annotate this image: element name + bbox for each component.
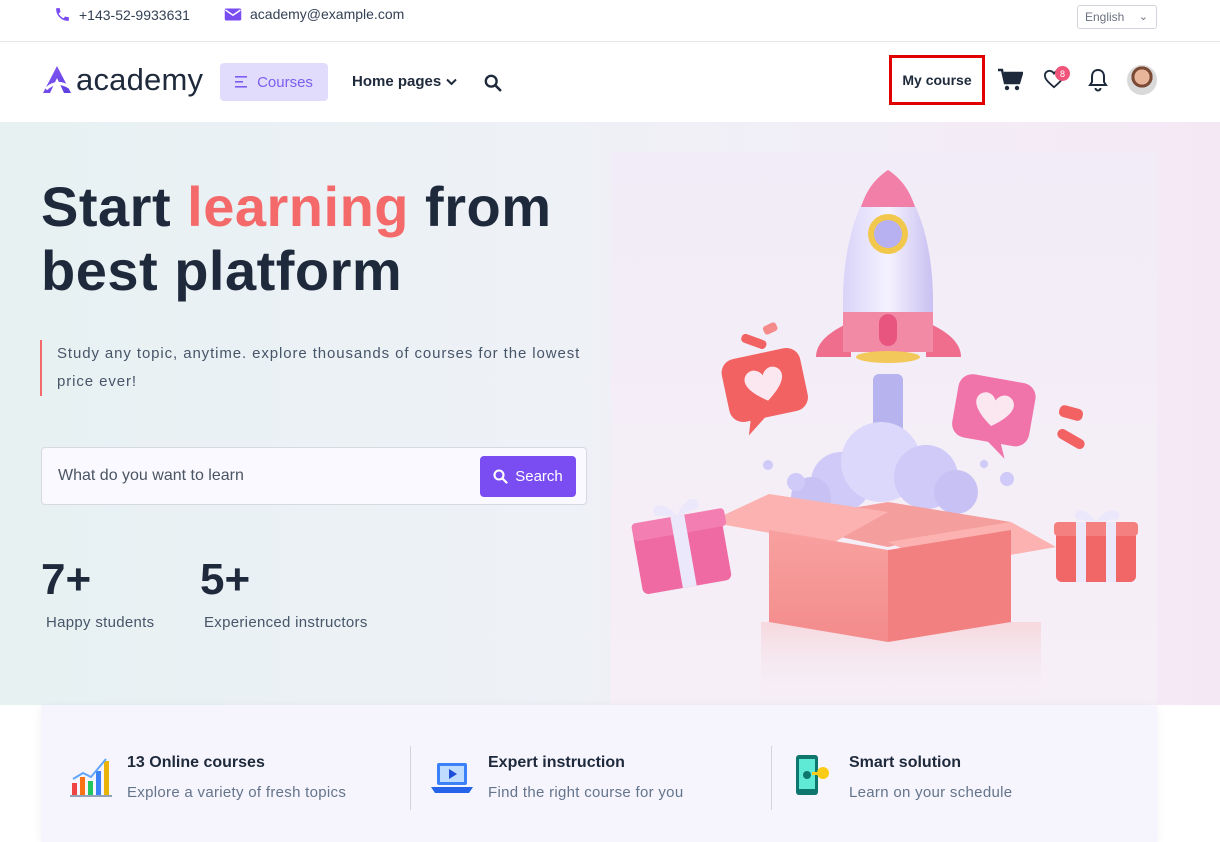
phone-icon — [56, 8, 69, 21]
courses-label: Courses — [257, 73, 313, 91]
home-pages-dropdown[interactable]: Home pages — [352, 73, 457, 90]
courses-button[interactable]: Courses — [220, 63, 328, 101]
search-button-label: Search — [515, 468, 563, 485]
language-value: English — [1085, 10, 1125, 24]
hero-title-line2: best platform — [41, 239, 403, 302]
my-course-button[interactable]: My course — [889, 55, 985, 105]
search-icon — [493, 469, 508, 484]
stat-happy-students: 7+ Happy students — [41, 554, 154, 631]
chevron-down-icon — [446, 78, 457, 85]
divider — [410, 746, 411, 810]
search-button[interactable]: Search — [480, 456, 576, 497]
bell-icon — [1088, 68, 1108, 92]
hero-title-highlight: learning — [187, 175, 409, 238]
home-pages-label: Home pages — [352, 73, 442, 90]
main-nav: academy Courses Home pages My course 8 — [0, 42, 1220, 122]
stat-label: Experienced instructors — [204, 614, 368, 631]
hero-title-part1: Start — [41, 175, 188, 238]
feature-online-courses: 13 Online courses Explore a variety of f… — [70, 745, 410, 815]
stat-label: Happy students — [46, 614, 155, 631]
stat-instructors: 5+ Experienced instructors — [200, 554, 368, 631]
hero-section: Start learning from best platform Study … — [0, 122, 1220, 705]
top-bar: +143-52-9933631 academy@example.com Engl… — [0, 0, 1220, 42]
language-select[interactable]: English ⌄ — [1077, 5, 1157, 29]
stat-value: 5+ — [200, 555, 251, 604]
course-search-form: Search — [41, 447, 587, 505]
hero-rocket-illustration — [611, 152, 1157, 705]
feature-title: 13 Online courses — [127, 754, 265, 771]
feature-desc: Find the right course for you — [488, 784, 684, 801]
hero-title: Start learning from best platform — [41, 175, 551, 303]
hero-title-part2: from — [408, 175, 552, 238]
logo-icon — [43, 66, 71, 93]
features-bar: 13 Online courses Explore a variety of f… — [41, 705, 1157, 842]
stat-value: 7+ — [41, 555, 92, 604]
course-search-input[interactable] — [58, 448, 478, 504]
phone-contact[interactable]: +143-52-9933631 — [54, 6, 190, 23]
bar-chart-icon — [70, 758, 112, 797]
feature-desc: Learn on your schedule — [849, 784, 1013, 801]
phone-number: +143-52-9933631 — [79, 6, 190, 23]
chevron-down-icon: ⌄ — [1138, 11, 1148, 23]
email-contact[interactable]: academy@example.com — [224, 6, 404, 22]
phone-key-icon — [796, 755, 829, 795]
wishlist-count-badge: 8 — [1055, 66, 1070, 81]
wishlist-button[interactable]: 8 — [1043, 66, 1070, 94]
search-icon-button[interactable] — [484, 74, 502, 97]
feature-desc: Explore a variety of fresh topics — [127, 784, 347, 801]
envelope-icon — [224, 8, 242, 20]
feature-title: Smart solution — [849, 754, 962, 771]
user-avatar[interactable] — [1127, 65, 1157, 95]
divider — [771, 746, 772, 810]
feature-smart-solution: Smart solution Learn on your schedule — [792, 745, 1132, 815]
notifications-button[interactable] — [1087, 68, 1109, 97]
hero-subtitle: Study any topic, anytime. explore thousa… — [40, 340, 600, 396]
feature-title: Expert instruction — [488, 754, 625, 771]
feature-expert-instruction: Expert instruction Find the right course… — [431, 745, 771, 815]
logo[interactable]: academy — [40, 62, 203, 98]
my-course-label: My course — [902, 72, 972, 88]
laptop-video-icon — [431, 763, 473, 793]
menu-lines-icon — [235, 76, 248, 88]
email-address: academy@example.com — [250, 6, 405, 22]
search-icon — [484, 74, 502, 92]
cart-button[interactable] — [997, 68, 1024, 97]
cart-icon — [998, 68, 1024, 91]
logo-text: academy — [76, 62, 204, 97]
